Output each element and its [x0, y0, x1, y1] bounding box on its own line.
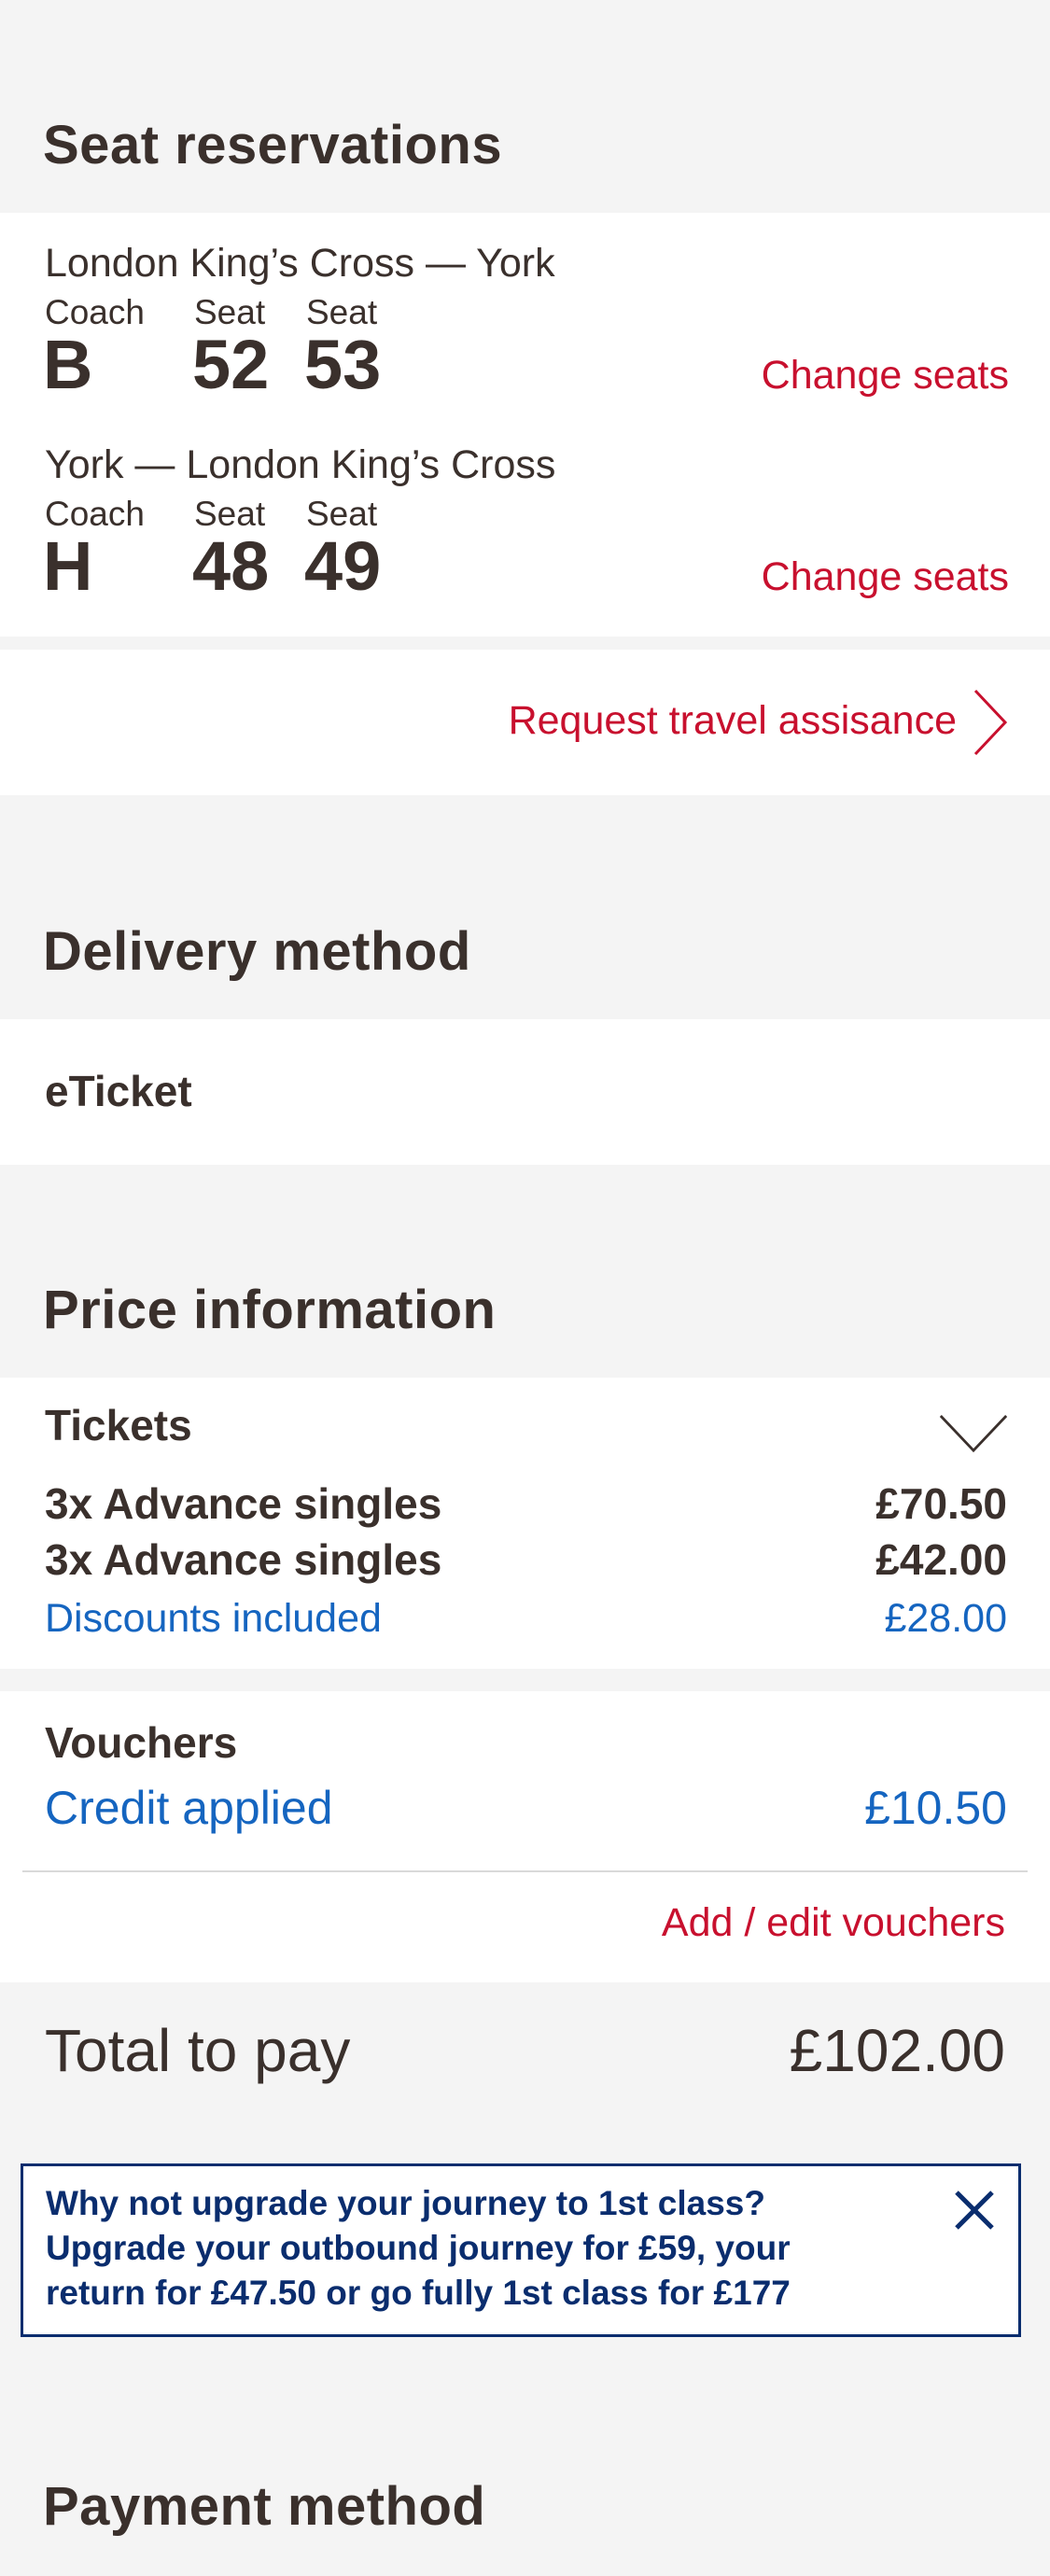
- vouchers-heading: Vouchers: [45, 1718, 238, 1767]
- change-seats-link[interactable]: Change seats: [762, 353, 1009, 399]
- credit-applied-label: Credit applied: [45, 1782, 333, 1834]
- delivery-method-title: Delivery method: [43, 921, 471, 982]
- delivery-method-value: eTicket: [45, 1067, 192, 1115]
- price-information-title: Price information: [43, 1280, 497, 1340]
- change-seats-link[interactable]: Change seats: [762, 554, 1009, 600]
- journey-route: London King’s Cross — York: [45, 241, 555, 286]
- seat-value: 48: [192, 527, 270, 605]
- ticket-line-amount: £42.00: [875, 1535, 1007, 1584]
- coach-value: H: [43, 527, 93, 605]
- vouchers-card: Vouchers Credit applied £10.50 Add / edi…: [0, 1691, 1050, 1982]
- total-amount: £102.00: [789, 2017, 1005, 2084]
- tickets-heading: Tickets: [45, 1401, 192, 1449]
- seat-reservations-title: Seat reservations: [43, 115, 503, 175]
- ticket-line-label: 3x Advance singles: [45, 1535, 442, 1584]
- upgrade-promo-banner: Why not upgrade your journey to 1st clas…: [21, 2163, 1021, 2337]
- ticket-line-label: 3x Advance singles: [45, 1479, 442, 1528]
- add-edit-vouchers-link[interactable]: Add / edit vouchers: [662, 1900, 1005, 1946]
- payment-method-title: Payment method: [43, 2476, 486, 2537]
- delivery-method-card: eTicket: [0, 1019, 1050, 1165]
- ticket-line-amount: £70.50: [875, 1479, 1007, 1528]
- seat-value: 53: [304, 326, 382, 403]
- close-icon[interactable]: [951, 2187, 998, 2233]
- chevron-right-icon: [973, 689, 1008, 756]
- seat-value: 52: [192, 326, 270, 403]
- discount-amount: £28.00: [884, 1596, 1007, 1641]
- tickets-card: Tickets 3x Advance singles £70.50 3x Adv…: [0, 1378, 1050, 1669]
- seat-reservations-card: London King’s Cross — York Coach Seat Se…: [0, 213, 1050, 637]
- chevron-down-icon[interactable]: [938, 1413, 1009, 1454]
- travel-assistance-row[interactable]: Request travel assisance: [0, 650, 1050, 795]
- journey-route: York — London King’s Cross: [45, 442, 556, 487]
- discount-label: Discounts included: [45, 1596, 382, 1641]
- total-label: Total to pay: [45, 2017, 351, 2084]
- coach-value: B: [43, 326, 93, 403]
- credit-applied-amount: £10.50: [864, 1782, 1007, 1834]
- divider: [22, 1870, 1028, 1872]
- upgrade-promo-text: Why not upgrade your journey to 1st clas…: [46, 2184, 791, 2312]
- travel-assistance-link[interactable]: Request travel assisance: [509, 698, 957, 744]
- seat-value: 49: [304, 527, 382, 605]
